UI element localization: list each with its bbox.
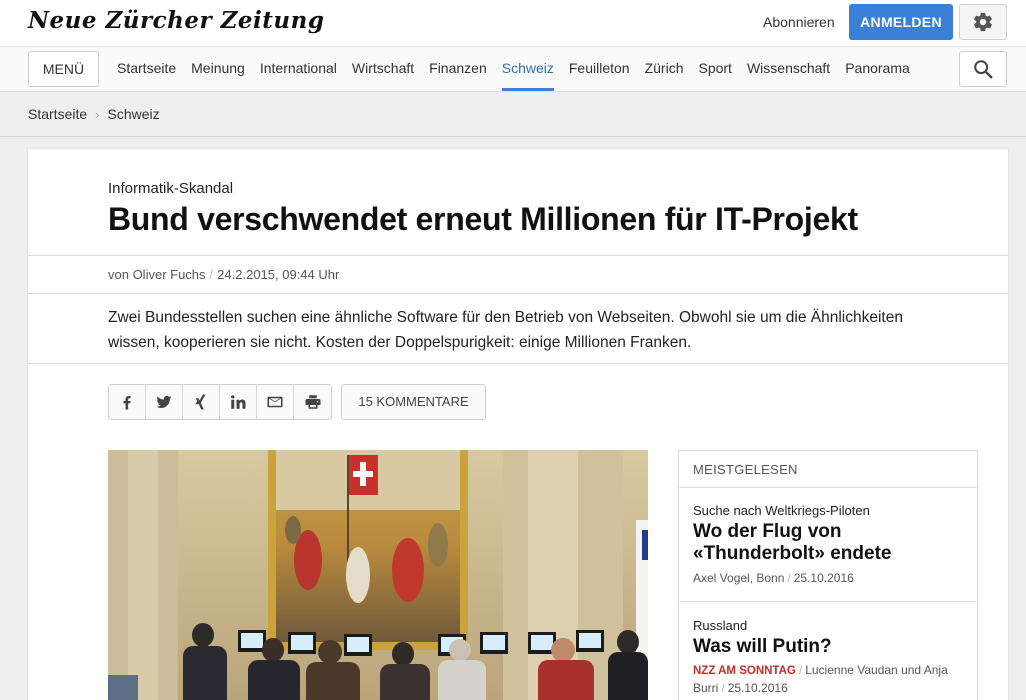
xing-icon [195, 394, 206, 410]
article-hero-image[interactable] [108, 450, 648, 700]
gear-icon [974, 12, 992, 32]
most-read-meta: Axel Vogel, Bonn/25.10.2016 [693, 571, 854, 585]
most-read-author: Burri [693, 681, 719, 695]
article-headline: Bund verschwendet erneut Millionen für I… [108, 201, 858, 237]
share-linkedin-button[interactable] [220, 385, 257, 419]
hero-illustration [108, 450, 648, 700]
nav-item-startseite[interactable]: Startseite [117, 47, 176, 91]
divider [679, 601, 977, 602]
breadcrumb: Startseite › Schweiz [28, 106, 160, 122]
nav-item-schweiz[interactable]: Schweiz [501, 47, 554, 91]
most-read-headline[interactable]: Wo der Flug von [693, 521, 841, 543]
share-twitter-button[interactable] [146, 385, 183, 419]
share-xing-button[interactable] [183, 385, 220, 419]
linkedin-icon [231, 395, 246, 409]
twitter-icon [156, 395, 172, 408]
share-email-button[interactable] [257, 385, 294, 419]
nav-item-panorama[interactable]: Panorama [845, 47, 910, 91]
most-read-kicker: Suche nach Weltkriegs-Piloten [693, 503, 870, 518]
nav-item-international[interactable]: International [260, 47, 337, 91]
divider [28, 293, 1008, 294]
chevron-right-icon: › [95, 106, 100, 122]
article-date: 24.2.2015, 09:44 Uhr [217, 267, 340, 282]
nav-item-meinung[interactable]: Meinung [191, 47, 245, 91]
article-byline: von Oliver Fuchs/24.2.2015, 09:44 Uhr [108, 267, 340, 282]
breadcrumb-bar: Startseite › Schweiz [0, 92, 1026, 137]
article-card: Informatik-Skandal Bund verschwendet ern… [28, 149, 1008, 700]
main-navigation: MENÜ Startseite Meinung International Wi… [0, 46, 1026, 92]
search-icon [974, 60, 993, 79]
article-kicker: Informatik-Skandal [108, 180, 234, 197]
most-read-headline[interactable]: «Thunderbolt» endete [693, 543, 891, 565]
most-read-date: 25.10.2016 [727, 681, 788, 695]
most-read-meta: NZZ AM SONNTAG / Lucienne Vaudan und Anja … [693, 663, 948, 695]
nav-item-feuilleton[interactable]: Feuilleton [569, 47, 630, 91]
most-read-author: Lucienne Vaudan und Anja [805, 663, 948, 677]
breadcrumb-item-startseite[interactable]: Startseite [28, 106, 87, 122]
search-button[interactable] [959, 51, 1007, 87]
nav-item-zuerich[interactable]: Zürich [645, 47, 684, 91]
top-header: Neue Zürcher Zeitung Abonnieren ANMELDEN [0, 0, 1026, 46]
email-icon [267, 396, 283, 408]
article-lead: Zwei Bundesstellen suchen eine ähnliche … [108, 309, 903, 351]
most-read-date: 25.10.2016 [793, 571, 854, 585]
settings-button[interactable] [959, 4, 1007, 40]
share-facebook-button[interactable] [109, 385, 146, 419]
comments-button[interactable]: 15 KOMMENTARE [341, 384, 486, 420]
most-read-kicker: Russland [693, 618, 748, 633]
article-author[interactable]: von Oliver Fuchs [108, 267, 206, 282]
most-read-headline[interactable]: Was will Putin? [693, 636, 832, 658]
most-read-sidebar: MEISTGELESEN Suche nach Weltkriegs-Pilot… [678, 450, 978, 700]
nav-item-wissenschaft[interactable]: Wissenschaft [747, 47, 830, 91]
menu-button[interactable]: MENÜ [28, 51, 99, 87]
subscribe-link[interactable]: Abonnieren [763, 14, 835, 30]
divider [679, 487, 977, 488]
print-icon [305, 395, 320, 409]
login-button[interactable]: ANMELDEN [849, 4, 953, 40]
site-logo[interactable]: Neue Zürcher Zeitung [28, 7, 324, 34]
most-read-author: Axel Vogel, Bonn [693, 571, 785, 585]
breadcrumb-item-schweiz[interactable]: Schweiz [107, 106, 159, 122]
sidebar-title: MEISTGELESEN [693, 462, 798, 477]
nav-item-sport[interactable]: Sport [698, 47, 731, 91]
nav-items: Startseite Meinung International Wirtsch… [117, 47, 925, 91]
print-button[interactable] [294, 385, 331, 419]
share-bar [108, 384, 332, 420]
divider [28, 255, 1008, 256]
facebook-icon [123, 396, 131, 410]
nzz-am-sonntag-badge: NZZ AM SONNTAG [693, 665, 796, 677]
nav-item-wirtschaft[interactable]: Wirtschaft [352, 47, 414, 91]
nav-item-finanzen[interactable]: Finanzen [429, 47, 487, 91]
divider [28, 363, 1008, 364]
